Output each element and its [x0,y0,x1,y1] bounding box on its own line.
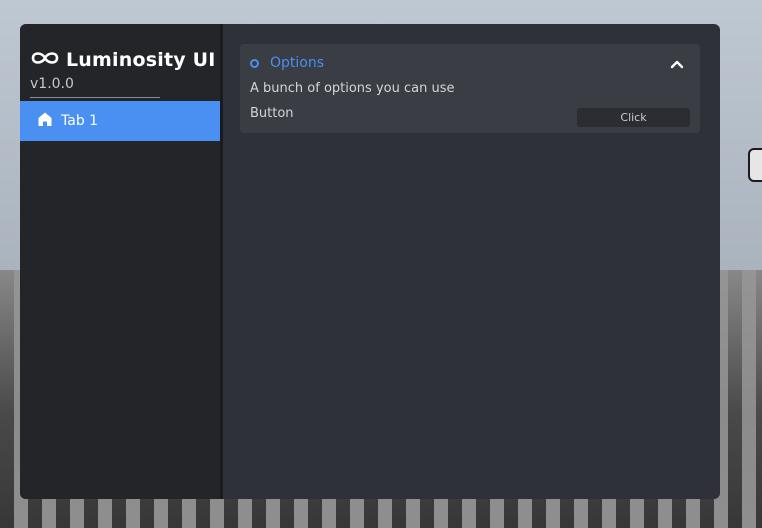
click-button[interactable]: Click [577,108,690,127]
infinity-icon [30,50,60,70]
version-label: v1.0.0 [30,76,74,92]
brand: Luminosity UI [30,48,216,72]
luminosity-window: Luminosity UI v1.0.0 Tab 1 Options A bun… [20,24,720,499]
section-description: A bunch of options you can use [250,81,455,96]
player-avatar [748,148,762,182]
sidebar: Luminosity UI v1.0.0 Tab 1 [20,24,220,499]
chevron-up-icon[interactable] [668,56,686,70]
section-title: Options [270,55,325,71]
sidebar-divider [220,24,223,499]
home-icon [37,111,53,131]
tab-label: Tab 1 [61,113,99,129]
options-section: Options A bunch of options you can use B… [240,44,700,133]
section-bullet-icon [250,59,259,68]
app-title: Luminosity UI [66,49,216,71]
section-header[interactable]: Options [240,44,700,82]
brand-divider [30,97,160,98]
button-row-label: Button [250,106,294,121]
tab-1[interactable]: Tab 1 [20,101,220,141]
